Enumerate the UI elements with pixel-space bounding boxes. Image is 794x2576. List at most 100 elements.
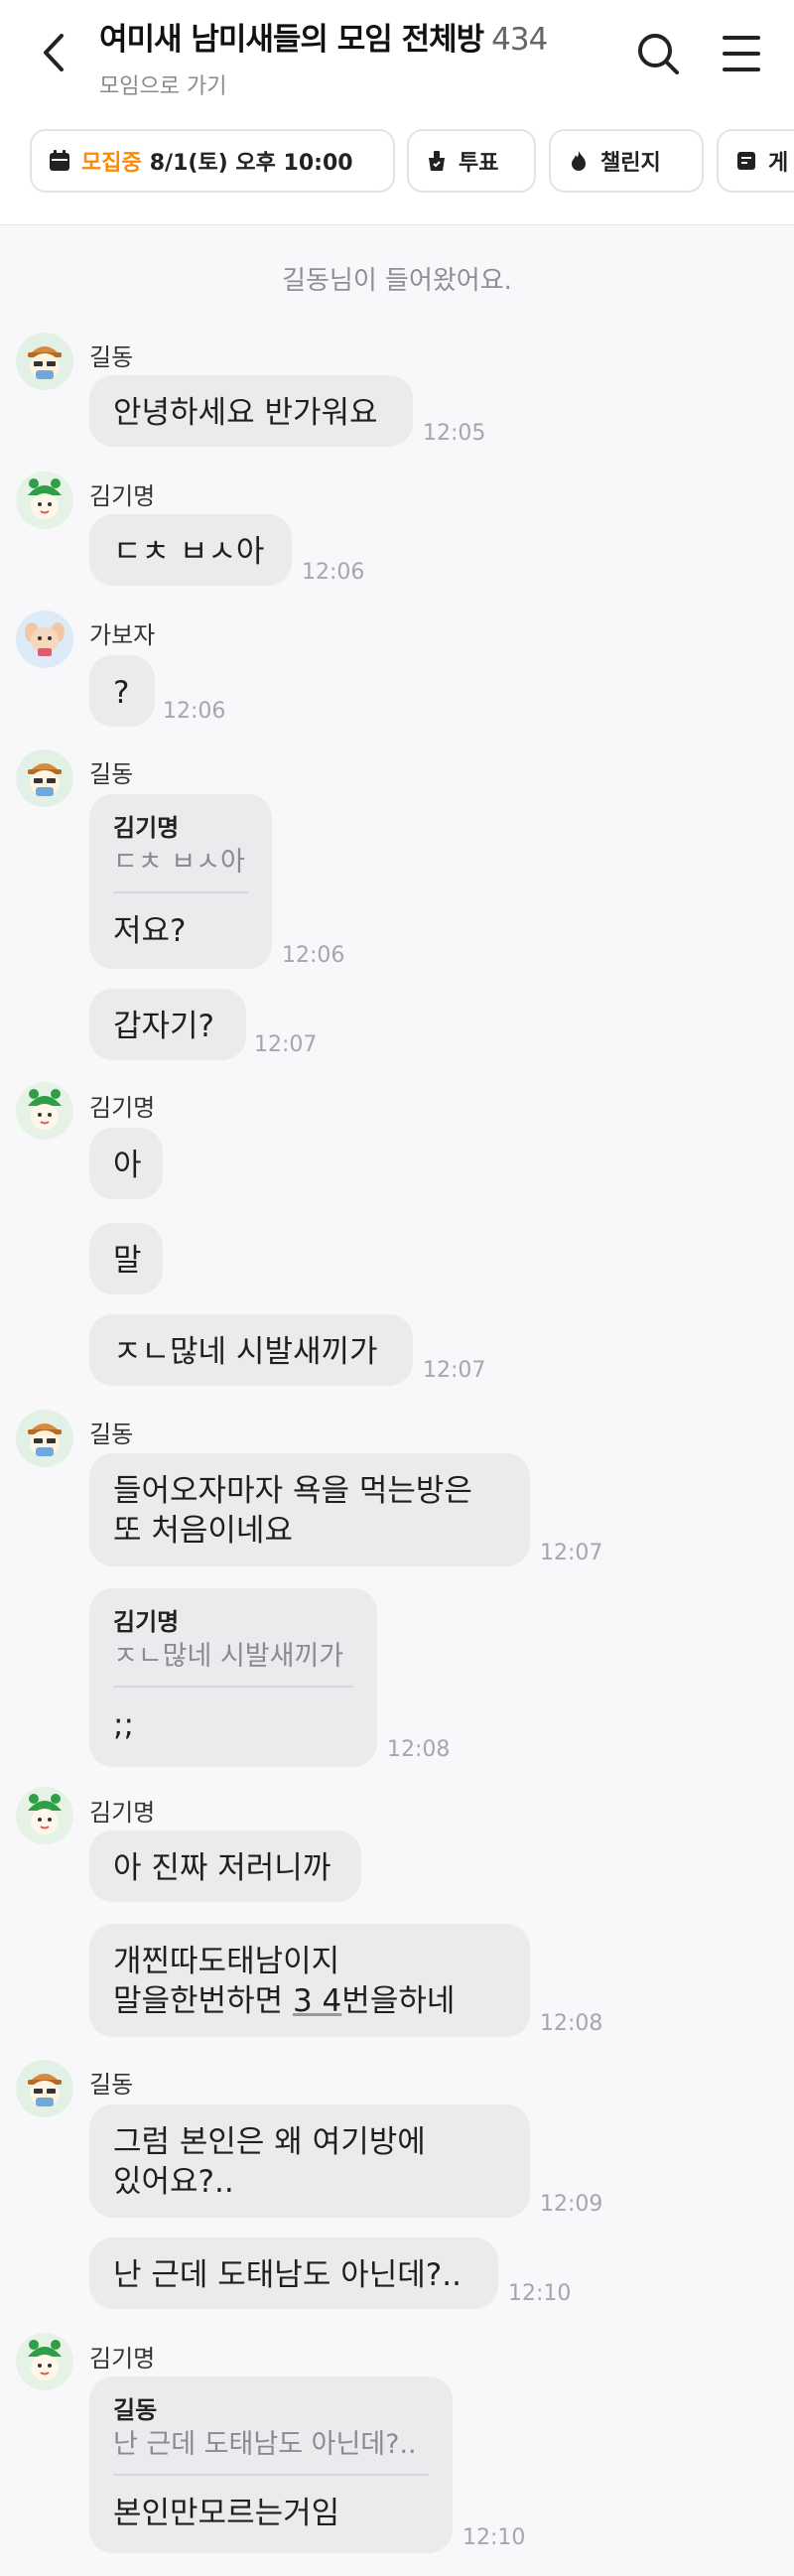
avatar-gimyeong[interactable] [16, 1787, 73, 1844]
sender-name: 김기명 [89, 2345, 156, 2373]
message-bubble[interactable]: 아 진짜 저러니까 [89, 1830, 361, 1902]
message-time: 12:09 [540, 2192, 603, 2217]
message-text-line: 그럼 본인은 왜 여기방에 [113, 2124, 426, 2160]
message-bubble[interactable]: 아 [89, 1128, 163, 1199]
message-text: 갑자기? [113, 1009, 215, 1044]
message-time: 12:07 [254, 1032, 318, 1057]
message-text: 아 진짜 저러니까 [113, 1850, 331, 1886]
message-time: 12:10 [508, 2281, 572, 2306]
reply-divider [113, 1686, 353, 1688]
chat-header: 여미새 남미새들의 모임 전체방 434 모임으로 가기 [0, 0, 794, 109]
vote-icon [429, 151, 445, 171]
message-bubble[interactable]: 개찐따도태남이지 말을한번하면 3 4번을하네 [89, 1924, 530, 2037]
reply-quote-sender: 김기명 [113, 1608, 180, 1636]
sender-name: 길동 [89, 343, 134, 371]
message-time: 12:07 [423, 1358, 486, 1383]
message-bubble[interactable]: 안녕하세요 반가워요 [89, 375, 413, 447]
reply-quote-text: ㅈㄴ많네 시발새끼가 [113, 1641, 344, 1672]
reply-quote-text: ㄷㅊ ㅂㅅ아 [113, 847, 245, 878]
hamburger-menu-icon [723, 36, 760, 71]
sender-name: 김기명 [89, 1799, 156, 1827]
avatar-gimyeong[interactable] [16, 472, 73, 529]
message-bubble[interactable]: ㅈㄴ많네 시발새끼가 [89, 1314, 413, 1386]
recruiting-badge: 모집중 [81, 151, 142, 176]
message-text: 아 [113, 1148, 142, 1183]
message-bubble[interactable]: 난 근데 도태남도 아닌데?.. [89, 2237, 498, 2309]
flame-icon [572, 151, 586, 171]
message-text-line: 있어요?.. [113, 2164, 234, 2200]
message-text: 말 [113, 1243, 142, 1279]
search-button[interactable] [633, 26, 683, 81]
message-bubble[interactable]: 말 [89, 1223, 163, 1294]
calendar-icon [50, 150, 69, 171]
chevron-left-icon [44, 34, 64, 71]
message-time: 12:06 [282, 943, 345, 968]
message-text-line: 또 처음이네요 [113, 1513, 293, 1549]
chat-title-text: 여미새 남미새들의 모임 전체방 [99, 22, 484, 58]
chat-title: 여미새 남미새들의 모임 전체방 434 [99, 14, 548, 59]
sender-name: 김기명 [89, 482, 156, 510]
message-bubble[interactable]: 들어오자마자 욕을 먹는방은 또 처음이네요 [89, 1453, 530, 1566]
message-time: 12:08 [387, 1737, 451, 1762]
message-text-line: 개찐따도태남이지 [113, 1944, 340, 1979]
message-text: 본인만모르는거임 [113, 2496, 340, 2531]
message-text-line: 말을한번하면 3 4번을하네 [113, 1983, 456, 2019]
sender-name: 길동 [89, 1421, 134, 1448]
message-text: ㅈㄴ많네 시발새끼가 [113, 1334, 378, 1370]
reply-message-bubble[interactable]: 김기명 ㅈㄴ많네 시발새끼가 ;; [89, 1588, 377, 1767]
reply-message-bubble[interactable]: 김기명 ㄷㅊ ㅂㅅ아 저요? [89, 794, 272, 969]
message-bubble[interactable]: 그럼 본인은 왜 여기방에 있어요?.. [89, 2104, 530, 2218]
avatar-gimyeong[interactable] [16, 2333, 73, 2390]
message-time: 12:08 [540, 2011, 603, 2036]
message-bubble[interactable]: 갑자기? [89, 989, 246, 1060]
board-icon [737, 152, 755, 170]
message-time: 12:06 [302, 560, 365, 585]
go-to-group-link[interactable]: 모임으로 가기 [99, 68, 547, 100]
board-label: 게 [768, 151, 789, 176]
avatar-gaboja[interactable] [16, 610, 73, 668]
sender-name: 길동 [89, 2071, 134, 2099]
message-text: 난 근데 도태남도 아닌데?.. [113, 2257, 462, 2293]
reply-quote-text: 난 근데 도태남도 아닌데?.. [113, 2429, 417, 2460]
reply-quote-sender: 길동 [113, 2396, 158, 2424]
vote-label: 투표 [459, 151, 499, 176]
sender-name: 김기명 [89, 1094, 156, 1122]
avatar-gildong[interactable] [16, 2060, 73, 2117]
avatar-gildong[interactable] [16, 333, 73, 390]
search-icon [638, 34, 679, 74]
message-time: 12:10 [463, 2525, 526, 2550]
challenge-label: 챌린지 [600, 151, 661, 176]
sender-name: 길동 [89, 760, 134, 788]
schedule-label: 8/1(토) 오후 10:00 [149, 151, 353, 176]
message-text: ? [113, 675, 130, 711]
vote-chip[interactable]: 투표 [407, 129, 536, 193]
back-button[interactable] [30, 28, 79, 77]
challenge-chip[interactable]: 챌린지 [549, 129, 704, 193]
message-text: 저요? [113, 913, 187, 949]
reply-divider [113, 891, 248, 893]
message-text-line: 들어오자마자 욕을 먹는방은 [113, 1473, 472, 1509]
message-time: 12:07 [540, 1541, 603, 1565]
sender-name: 가보자 [89, 621, 156, 649]
underlined-text: 3 4 [292, 1983, 342, 2019]
menu-button[interactable] [717, 26, 766, 81]
avatar-gildong[interactable] [16, 1410, 73, 1467]
system-message: 길동님이 들어왔어요. [282, 266, 512, 296]
board-chip[interactable]: 게 [717, 129, 794, 193]
message-bubble[interactable]: ㄷㅊ ㅂㅅ아 [89, 514, 292, 586]
schedule-chip[interactable]: 모집중 8/1(토) 오후 10:00 [30, 129, 395, 193]
message-bubble[interactable]: ? [89, 655, 155, 727]
member-count: 434 [491, 22, 548, 58]
avatar-gimyeong[interactable] [16, 1082, 73, 1140]
message-time: 12:05 [423, 421, 486, 446]
message-text: ㄷㅊ ㅂㅅ아 [113, 534, 265, 570]
avatar-gildong[interactable] [16, 749, 73, 807]
chip-bar: 모집중 8/1(토) 오후 10:00 투표 챌린지 게 [0, 109, 794, 225]
reply-divider [113, 2474, 429, 2476]
title-area[interactable]: 여미새 남미새들의 모임 전체방 434 모임으로 가기 [99, 14, 548, 100]
message-text: 안녕하세요 반가워요 [113, 395, 378, 431]
message-time: 12:06 [163, 699, 226, 724]
reply-quote-sender: 김기명 [113, 814, 180, 842]
message-text: ;; [113, 1707, 134, 1743]
reply-message-bubble[interactable]: 길동 난 근데 도태남도 아닌데?.. 본인만모르는거임 [89, 2376, 453, 2553]
